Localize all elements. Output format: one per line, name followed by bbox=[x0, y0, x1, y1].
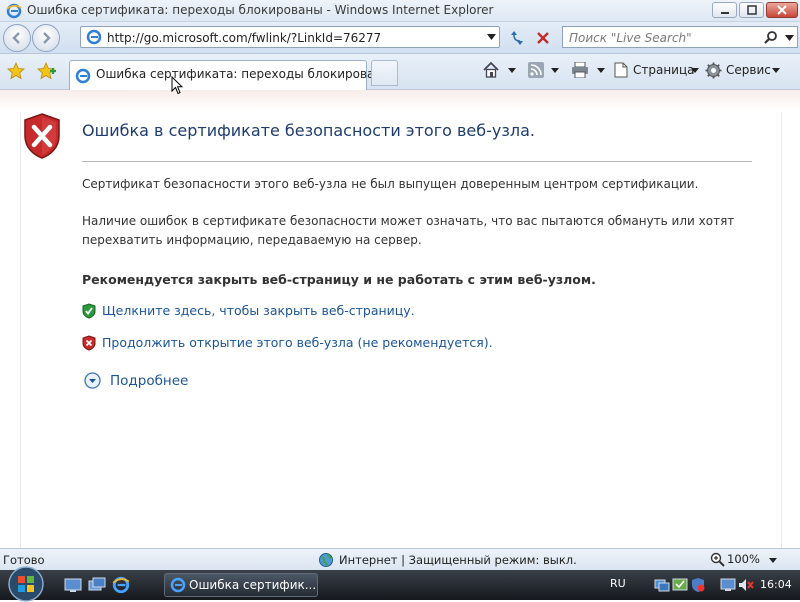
address-bar[interactable]: http://go.microsoft.com/fwlink/?LinkId=7… bbox=[80, 26, 500, 48]
ie-quicklaunch-icon[interactable] bbox=[112, 576, 130, 594]
security-center-icon[interactable] bbox=[690, 577, 706, 593]
more-info-link[interactable]: Подробнее bbox=[110, 373, 188, 389]
divider bbox=[82, 161, 752, 162]
home-icon[interactable] bbox=[482, 61, 500, 79]
forward-icon bbox=[39, 31, 53, 45]
page-icon bbox=[613, 62, 629, 78]
address-text[interactable]: http://go.microsoft.com/fwlink/?LinkId=7… bbox=[107, 31, 381, 45]
volume-muted-icon[interactable] bbox=[738, 577, 754, 593]
clock[interactable]: 16:04 bbox=[760, 578, 792, 591]
tab-bar: Ошибка сертификата: переходы блокированы… bbox=[0, 54, 800, 90]
tools-gear-icon bbox=[705, 62, 722, 79]
forward-button[interactable] bbox=[32, 24, 60, 52]
tab-label: Ошибка сертификата: переходы блокированы bbox=[96, 67, 392, 81]
print-dropdown-icon[interactable] bbox=[597, 67, 605, 73]
minimize-button[interactable] bbox=[712, 2, 737, 18]
taskbar-ie-window[interactable]: Ошибка сертифик... bbox=[164, 573, 318, 597]
stop-icon bbox=[531, 27, 555, 49]
paragraph-cert-warning: Наличие ошибок в сертификате безопасност… bbox=[82, 214, 735, 247]
search-placeholder[interactable]: Поиск "Live Search" bbox=[569, 31, 692, 45]
show-desktop-icon[interactable] bbox=[64, 577, 82, 593]
home-dropdown-icon[interactable] bbox=[508, 67, 516, 73]
status-bar: Готово Интернет | Защищенный режим: выкл… bbox=[0, 548, 800, 570]
zoom-level[interactable]: 100% bbox=[727, 552, 760, 566]
maximize-icon bbox=[746, 5, 757, 15]
close-icon bbox=[777, 5, 787, 15]
recommendation-text: Рекомендуется закрыть веб-страницу и не … bbox=[82, 272, 596, 287]
globe-icon bbox=[318, 552, 334, 568]
page-heading: Ошибка в сертификате безопасности этого … bbox=[82, 121, 535, 140]
error-page: Ошибка в сертификате безопасности этого … bbox=[0, 90, 800, 548]
favorites-star-icon[interactable] bbox=[7, 62, 25, 80]
close-page-link[interactable]: Щелкните здесь, чтобы закрыть веб-страни… bbox=[102, 303, 415, 318]
search-box[interactable]: Поиск "Live Search" bbox=[562, 26, 798, 48]
taskbar-ie-icon bbox=[170, 577, 186, 593]
ie-icon bbox=[6, 3, 22, 19]
zoom-dropdown-icon[interactable] bbox=[769, 557, 777, 563]
tools-menu-label[interactable]: Сервис bbox=[726, 63, 771, 77]
stop-button[interactable] bbox=[531, 27, 555, 49]
continue-site-link[interactable]: Продолжить открытие этого веб-узла (не р… bbox=[102, 335, 493, 350]
back-button[interactable] bbox=[3, 24, 31, 52]
back-icon bbox=[10, 31, 24, 45]
chevron-down-icon[interactable] bbox=[487, 33, 496, 41]
tools-dropdown-icon[interactable] bbox=[772, 67, 780, 73]
tab-active[interactable]: Ошибка сертификата: переходы блокированы bbox=[69, 60, 392, 90]
shield-warn-icon bbox=[82, 335, 96, 351]
windows-start-icon[interactable] bbox=[6, 566, 46, 602]
taskbar: Ошибка сертифик... RU 16:04 bbox=[0, 566, 800, 602]
window-title: Ошибка сертификата: переходы блокированы… bbox=[27, 3, 494, 17]
taskbar-window-label: Ошибка сертифик... bbox=[189, 578, 317, 592]
navigation-bar: http://go.microsoft.com/fwlink/?LinkId=7… bbox=[0, 22, 800, 54]
minimize-icon bbox=[720, 5, 730, 15]
security-zone[interactable]: Интернет | Защищенный режим: выкл. bbox=[339, 553, 577, 567]
maximize-button[interactable] bbox=[739, 2, 764, 18]
language-indicator[interactable]: RU bbox=[610, 577, 626, 590]
network-icon[interactable] bbox=[654, 577, 670, 593]
rss-icon[interactable] bbox=[528, 62, 544, 78]
refresh-button[interactable] bbox=[505, 27, 529, 49]
rss-dropdown-icon[interactable] bbox=[551, 67, 559, 73]
zoom-icon bbox=[710, 552, 725, 567]
search-icon[interactable] bbox=[763, 30, 779, 46]
print-icon[interactable] bbox=[571, 62, 589, 78]
display-icon[interactable] bbox=[720, 577, 736, 593]
paragraph-cert-issuer: Сертификат безопасности этого веб-узла н… bbox=[82, 177, 699, 191]
shield-error-icon bbox=[22, 112, 62, 160]
switch-windows-icon[interactable] bbox=[88, 577, 106, 593]
page-menu-label[interactable]: Страница bbox=[633, 63, 695, 77]
add-favorites-icon[interactable] bbox=[37, 62, 57, 80]
search-options-chevron-icon[interactable] bbox=[785, 34, 794, 42]
ie-page-icon bbox=[86, 29, 102, 45]
status-text: Готово bbox=[3, 553, 45, 567]
mouse-cursor-icon bbox=[171, 76, 183, 95]
close-button[interactable] bbox=[766, 2, 798, 18]
tab-ie-icon bbox=[75, 68, 91, 84]
title-bar: Ошибка сертификата: переходы блокированы… bbox=[0, 0, 800, 22]
new-tab-button[interactable] bbox=[371, 60, 398, 86]
refresh-icon bbox=[505, 27, 529, 49]
tray-app-icon[interactable] bbox=[672, 577, 688, 593]
shield-ok-icon bbox=[82, 303, 96, 319]
expand-circle-icon[interactable] bbox=[84, 372, 101, 389]
page-dropdown-icon[interactable] bbox=[691, 67, 699, 73]
